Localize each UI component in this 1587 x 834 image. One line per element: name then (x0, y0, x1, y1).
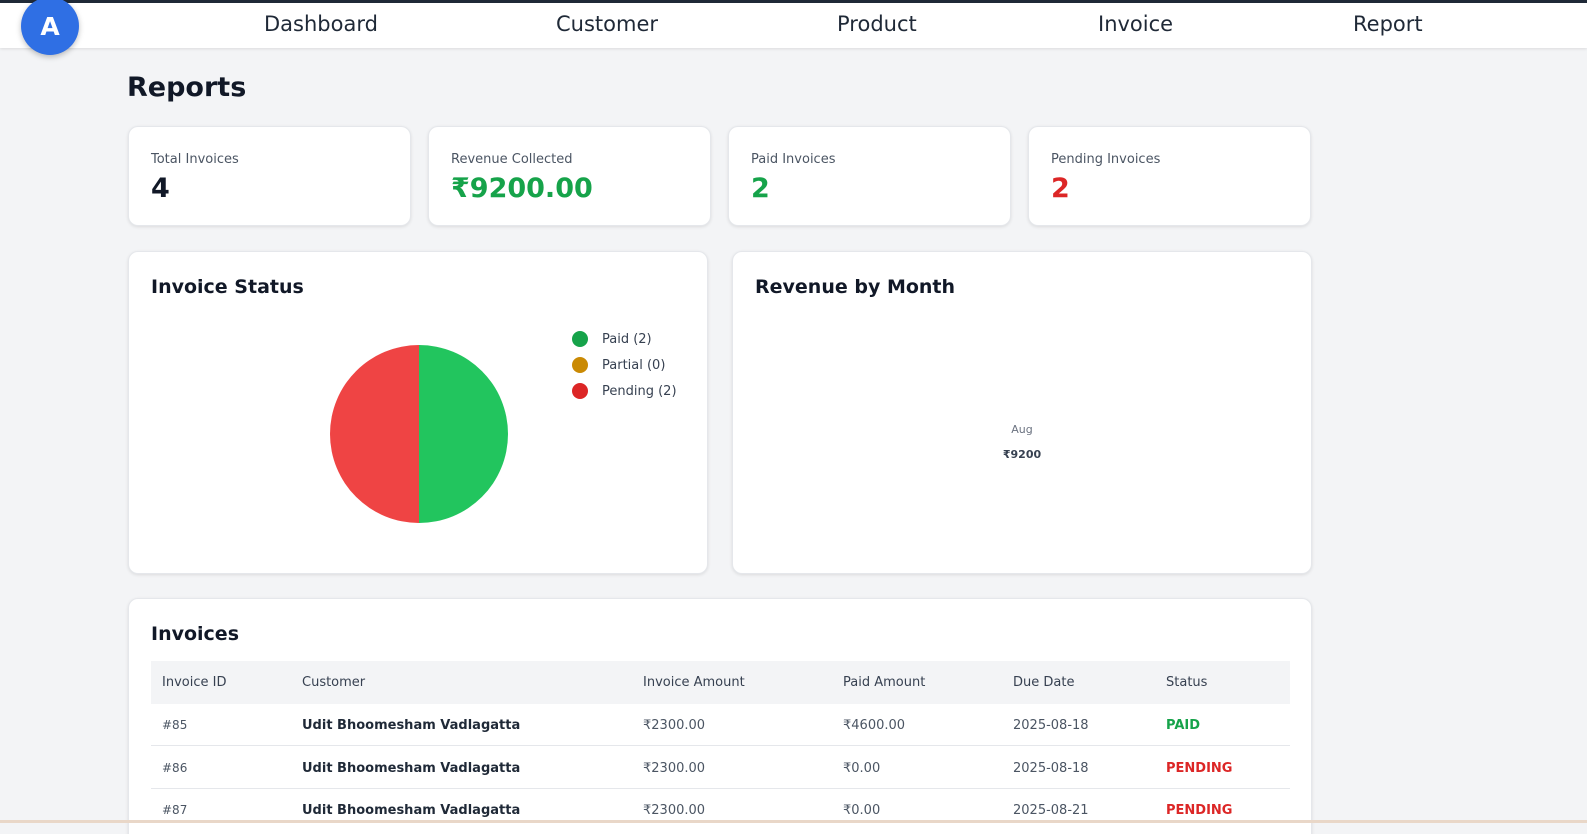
column-header-paid-amount: Paid Amount (843, 675, 926, 690)
legend-dot (572, 331, 588, 347)
cell-customer: Udit Bhoomesham Vadlagatta (302, 761, 521, 776)
stat-card-revenue-collected: Revenue Collected ₹9200.00 (428, 126, 711, 226)
stat-value: 4 (151, 173, 170, 204)
cell-invoice-amount: ₹2300.00 (643, 803, 706, 818)
cell-due-date: 2025-08-21 (1013, 803, 1089, 818)
revenue-month-label: Aug (1011, 423, 1033, 436)
cell-due-date: 2025-08-18 (1013, 761, 1089, 776)
column-header-customer: Customer (302, 675, 366, 690)
table-row[interactable]: #85 Udit Bhoomesham Vadlagatta ₹2300.00 … (151, 704, 1290, 746)
invoice-status-title: Invoice Status (151, 276, 304, 298)
cell-paid-amount: ₹4600.00 (843, 718, 906, 733)
column-header-invoice-amount: Invoice Amount (643, 675, 745, 690)
table-row[interactable]: #87 Udit Bhoomesham Vadlagatta ₹2300.00 … (151, 789, 1290, 831)
legend-item-paid[interactable]: Paid (2) (572, 330, 652, 348)
legend-label: Pending (2) (602, 383, 677, 399)
cell-status: PENDING (1166, 803, 1233, 818)
cell-status: PAID (1166, 718, 1201, 733)
cell-invoice-amount: ₹2300.00 (643, 718, 706, 733)
column-header-invoice-id: Invoice ID (162, 675, 227, 690)
invoices-panel: Invoices Invoice ID Customer Invoice Amo… (128, 598, 1312, 834)
invoice-status-panel: Invoice Status Paid (2) Partial (0) Pend… (128, 251, 708, 574)
stat-value: 2 (1051, 173, 1070, 204)
invoices-title: Invoices (151, 623, 240, 645)
cell-invoice-id: #85 (162, 718, 188, 732)
stat-label: Total Invoices (151, 152, 239, 167)
cell-status: PENDING (1166, 761, 1233, 776)
cell-paid-amount: ₹0.00 (843, 803, 881, 818)
page-title: Reports (127, 72, 247, 103)
stat-value: 2 (751, 173, 770, 204)
top-nav-bar: Dashboard Customer Product Invoice Repor… (0, 0, 1587, 48)
legend-label: Partial (0) (602, 357, 666, 373)
revenue-by-month-title: Revenue by Month (755, 276, 956, 298)
stat-label: Revenue Collected (451, 152, 573, 167)
stat-value: ₹9200.00 (451, 173, 593, 204)
revenue-month-amount: ₹9200 (1002, 448, 1042, 461)
cell-customer: Udit Bhoomesham Vadlagatta (302, 803, 521, 818)
cell-invoice-id: #86 (162, 761, 188, 775)
stat-label: Paid Invoices (751, 152, 836, 167)
nav-customer[interactable]: Customer (556, 12, 658, 36)
nav-report[interactable]: Report (1353, 12, 1423, 36)
stat-label: Pending Invoices (1051, 152, 1161, 167)
table-header: Invoice ID Customer Invoice Amount Paid … (151, 661, 1290, 704)
cell-invoice-id: #87 (162, 803, 188, 817)
legend-dot (572, 357, 588, 373)
legend-item-pending[interactable]: Pending (2) (572, 382, 677, 400)
window-bottom-edge (0, 820, 1587, 823)
stat-card-total-invoices: Total Invoices 4 (128, 126, 411, 226)
revenue-by-month-panel: Revenue by Month Aug ₹9200 (732, 251, 1312, 574)
stat-card-paid-invoices: Paid Invoices 2 (728, 126, 1011, 226)
legend-item-partial[interactable]: Partial (0) (572, 356, 665, 374)
pie-slice-paid[interactable] (419, 345, 508, 523)
column-header-status: Status (1166, 675, 1208, 690)
column-header-due-date: Due Date (1013, 675, 1075, 690)
legend-dot (572, 383, 588, 399)
nav-product[interactable]: Product (837, 12, 917, 36)
cell-invoice-amount: ₹2300.00 (643, 761, 706, 776)
invoice-status-pie-chart (330, 345, 508, 523)
stat-card-pending-invoices: Pending Invoices 2 (1028, 126, 1311, 226)
table-row[interactable]: #86 Udit Bhoomesham Vadlagatta ₹2300.00 … (151, 747, 1290, 789)
pie-slice-pending[interactable] (330, 345, 419, 523)
cell-due-date: 2025-08-18 (1013, 718, 1089, 733)
legend-label: Paid (2) (602, 331, 652, 347)
cell-paid-amount: ₹0.00 (843, 761, 881, 776)
nav-invoice[interactable]: Invoice (1098, 12, 1173, 36)
nav-dashboard[interactable]: Dashboard (264, 12, 378, 36)
cell-customer: Udit Bhoomesham Vadlagatta (302, 718, 521, 733)
